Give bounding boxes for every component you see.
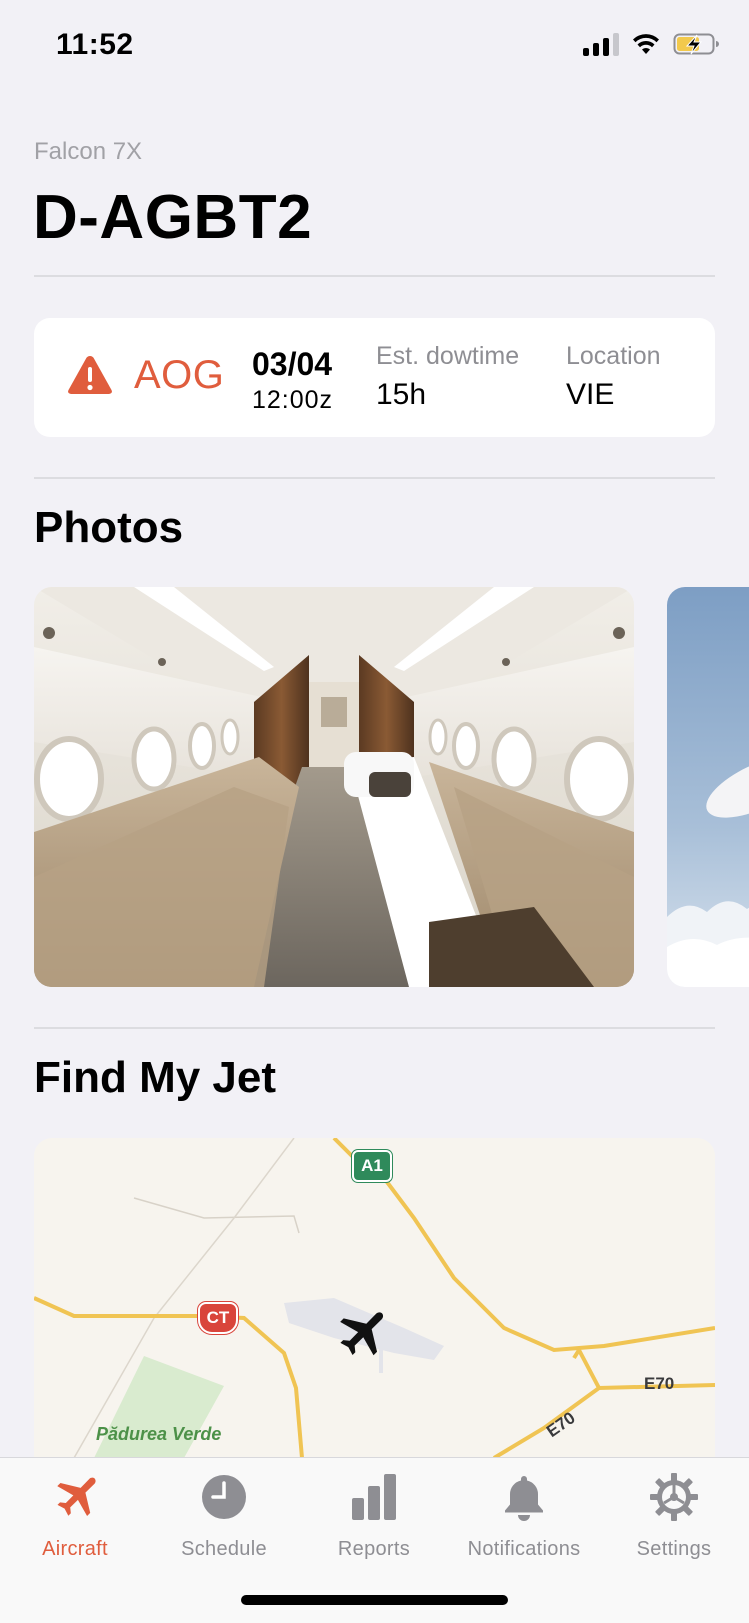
aircraft-type: Falcon 7X bbox=[34, 138, 143, 165]
status-bar: 11:52 bbox=[0, 0, 749, 92]
location-label: Location bbox=[566, 342, 661, 370]
aircraft-location-map[interactable]: A1 CT E70 E70 Pădurea Verde bbox=[34, 1138, 715, 1458]
home-indicator[interactable] bbox=[241, 1595, 508, 1605]
downtime-value: 15h bbox=[376, 378, 427, 411]
forest-label: Pădurea Verde bbox=[96, 1424, 222, 1444]
road-shield-a1: A1 bbox=[352, 1150, 392, 1182]
photos-title: Photos bbox=[34, 503, 184, 552]
find-my-jet-title: Find My Jet bbox=[34, 1053, 277, 1102]
aircraft-screen: 11:52 Falcon 7X D-AGBT2 AOG 03/04 12:00z… bbox=[0, 0, 749, 1623]
status-time: 11:52 bbox=[56, 28, 134, 61]
road-label-e70: E70 bbox=[644, 1374, 675, 1393]
section-divider bbox=[34, 477, 715, 479]
section-divider bbox=[34, 1027, 715, 1029]
tab-schedule[interactable]: Schedule bbox=[149, 1458, 299, 1578]
cabin-interior-photo[interactable] bbox=[34, 587, 634, 987]
tab-notifications[interactable]: Notifications bbox=[449, 1458, 599, 1578]
page-title: D-AGBT2 bbox=[33, 183, 313, 252]
cellular-signal-icon bbox=[583, 32, 619, 56]
aog-date: 03/04 bbox=[252, 346, 333, 382]
bar-chart-icon bbox=[352, 1474, 396, 1520]
warning-icon bbox=[68, 356, 112, 394]
tab-aircraft[interactable]: Aircraft bbox=[0, 1458, 150, 1578]
aircraft-exterior-photo[interactable] bbox=[667, 587, 749, 987]
bell-icon bbox=[505, 1476, 543, 1521]
header-divider bbox=[34, 275, 715, 277]
aog-time: 12:00z bbox=[252, 386, 334, 414]
status-label: AOG bbox=[134, 353, 225, 397]
gear-icon bbox=[650, 1473, 698, 1521]
tab-settings[interactable]: Settings bbox=[599, 1458, 749, 1578]
tab-label: Schedule bbox=[181, 1538, 267, 1560]
status-icons bbox=[583, 32, 721, 56]
aog-status-card[interactable]: AOG 03/04 12:00z Est. dowtime 15h Locati… bbox=[34, 318, 715, 437]
tab-reports[interactable]: Reports bbox=[299, 1458, 449, 1578]
road-shield-ct: CT bbox=[198, 1302, 238, 1334]
tab-label: Notifications bbox=[467, 1538, 581, 1560]
clock-icon bbox=[202, 1475, 246, 1519]
tab-label: Settings bbox=[636, 1538, 712, 1560]
tab-label: Reports bbox=[337, 1538, 411, 1560]
battery-charging-icon bbox=[673, 33, 719, 55]
airplane-icon bbox=[57, 1477, 96, 1516]
airplane-icon[interactable] bbox=[332, 1306, 388, 1362]
location-value: VIE bbox=[566, 378, 615, 411]
tab-label: Aircraft bbox=[42, 1538, 108, 1560]
downtime-label: Est. dowtime bbox=[376, 342, 520, 370]
wifi-icon bbox=[633, 34, 659, 54]
